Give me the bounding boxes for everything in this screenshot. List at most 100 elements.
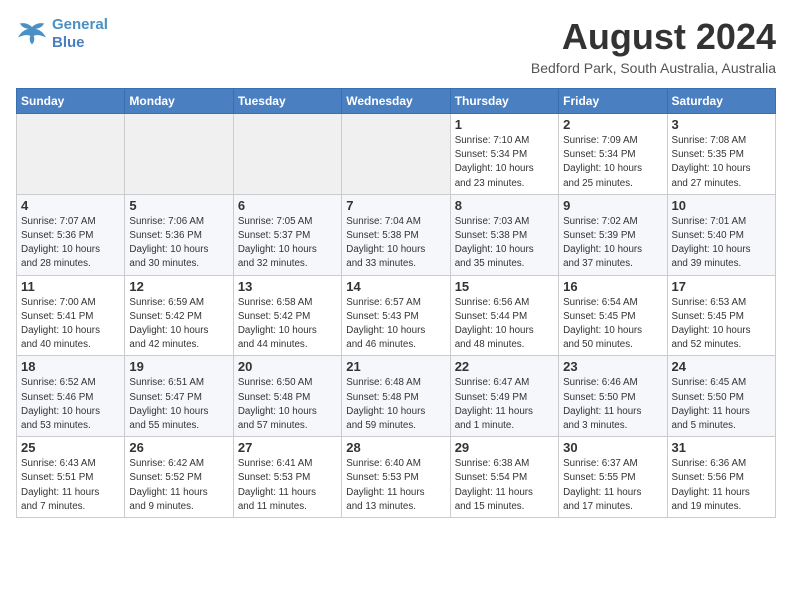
calendar-cell: 15 Sunrise: 6:56 AM Sunset: 5:44 PM Dayli… [450, 275, 558, 356]
day-number: 13 [238, 279, 337, 294]
calendar-cell: 21 Sunrise: 6:48 AM Sunset: 5:48 PM Dayli… [342, 356, 450, 437]
day-number: 5 [129, 198, 228, 213]
day-number: 4 [21, 198, 120, 213]
calendar-cell: 6 Sunrise: 7:05 AM Sunset: 5:37 PM Daylig… [233, 194, 341, 275]
calendar-cell: 18Sunrise: 6:52 AM Sunset: 5:46 PM Dayli… [17, 356, 125, 437]
day-number: 6 [238, 198, 337, 213]
day-info: Sunrise: 6:45 AM Sunset: 5:50 PM Dayligh… [672, 376, 771, 433]
day-info: Sunrise: 6:57 AM Sunset: 5:43 PM Dayligh… [346, 296, 445, 353]
weekday-header-friday: Friday [559, 89, 667, 114]
calendar-cell: 19 Sunrise: 6:51 AM Sunset: 5:47 PM Dayli… [125, 356, 233, 437]
calendar-cell: 14Sunrise: 6:57 AM Sunset: 5:43 PM Dayli… [342, 275, 450, 356]
day-info: Sunrise: 7:04 AM Sunset: 5:38 PM Dayligh… [346, 215, 445, 272]
calendar-cell: 7 Sunrise: 7:04 AM Sunset: 5:38 PM Daylig… [342, 194, 450, 275]
calendar-header-row: SundayMondayTuesdayWednesdayThursdayFrid… [17, 89, 776, 114]
calendar-cell: 5 Sunrise: 7:06 AM Sunset: 5:36 PM Daylig… [125, 194, 233, 275]
calendar-cell [233, 114, 341, 195]
weekday-header-sunday: Sunday [17, 89, 125, 114]
calendar-week-2: 4 Sunrise: 7:07 AM Sunset: 5:36 PM Daylig… [17, 194, 776, 275]
calendar-table: SundayMondayTuesdayWednesdayThursdayFrid… [16, 88, 776, 518]
day-info: Sunrise: 6:52 AM Sunset: 5:46 PM Dayligh… [21, 376, 120, 433]
day-info: Sunrise: 6:48 AM Sunset: 5:48 PM Dayligh… [346, 376, 445, 433]
calendar-cell: 30 Sunrise: 6:37 AM Sunset: 5:55 PM Dayli… [559, 437, 667, 518]
calendar-cell: 27Sunrise: 6:41 AM Sunset: 5:53 PM Dayli… [233, 437, 341, 518]
calendar-cell: 17Sunrise: 6:53 AM Sunset: 5:45 PM Dayli… [667, 275, 775, 356]
month-title: August 2024 [531, 16, 776, 58]
day-number: 28 [346, 440, 445, 455]
day-number: 24 [672, 359, 771, 374]
day-number: 15 [455, 279, 554, 294]
day-number: 2 [563, 117, 662, 132]
day-number: 22 [455, 359, 554, 374]
calendar-cell [17, 114, 125, 195]
calendar-body: 1 Sunrise: 7:10 AM Sunset: 5:34 PM Daylig… [17, 114, 776, 518]
calendar-cell: 22 Sunrise: 6:47 AM Sunset: 5:49 PM Dayli… [450, 356, 558, 437]
day-number: 8 [455, 198, 554, 213]
day-info: Sunrise: 7:10 AM Sunset: 5:34 PM Dayligh… [455, 134, 554, 191]
calendar-cell: 23Sunrise: 6:46 AM Sunset: 5:50 PM Dayli… [559, 356, 667, 437]
day-info: Sunrise: 6:36 AM Sunset: 5:56 PM Dayligh… [672, 457, 771, 514]
day-number: 10 [672, 198, 771, 213]
day-number: 26 [129, 440, 228, 455]
day-number: 1 [455, 117, 554, 132]
calendar-week-5: 25 Sunrise: 6:43 AM Sunset: 5:51 PM Dayli… [17, 437, 776, 518]
weekday-header-thursday: Thursday [450, 89, 558, 114]
calendar-cell: 1 Sunrise: 7:10 AM Sunset: 5:34 PM Daylig… [450, 114, 558, 195]
day-info: Sunrise: 7:06 AM Sunset: 5:36 PM Dayligh… [129, 215, 228, 272]
day-info: Sunrise: 6:40 AM Sunset: 5:53 PM Dayligh… [346, 457, 445, 514]
weekday-header-wednesday: Wednesday [342, 89, 450, 114]
calendar-cell [125, 114, 233, 195]
calendar-cell: 16 Sunrise: 6:54 AM Sunset: 5:45 PM Dayli… [559, 275, 667, 356]
calendar-cell: 10Sunrise: 7:01 AM Sunset: 5:40 PM Dayli… [667, 194, 775, 275]
day-info: Sunrise: 6:51 AM Sunset: 5:47 PM Dayligh… [129, 376, 228, 433]
day-info: Sunrise: 6:47 AM Sunset: 5:49 PM Dayligh… [455, 376, 554, 433]
day-info: Sunrise: 6:53 AM Sunset: 5:45 PM Dayligh… [672, 296, 771, 353]
calendar-cell: 3 Sunrise: 7:08 AM Sunset: 5:35 PM Daylig… [667, 114, 775, 195]
day-number: 25 [21, 440, 120, 455]
day-info: Sunrise: 6:37 AM Sunset: 5:55 PM Dayligh… [563, 457, 662, 514]
title-block: August 2024 Bedford Park, South Australi… [531, 16, 776, 76]
logo: General Blue [16, 16, 108, 52]
calendar-cell: 8 Sunrise: 7:03 AM Sunset: 5:38 PM Daylig… [450, 194, 558, 275]
calendar-cell: 4 Sunrise: 7:07 AM Sunset: 5:36 PM Daylig… [17, 194, 125, 275]
calendar-cell: 28 Sunrise: 6:40 AM Sunset: 5:53 PM Dayli… [342, 437, 450, 518]
day-number: 20 [238, 359, 337, 374]
weekday-header-saturday: Saturday [667, 89, 775, 114]
day-info: Sunrise: 7:02 AM Sunset: 5:39 PM Dayligh… [563, 215, 662, 272]
day-info: Sunrise: 6:56 AM Sunset: 5:44 PM Dayligh… [455, 296, 554, 353]
day-number: 3 [672, 117, 771, 132]
day-number: 31 [672, 440, 771, 455]
day-number: 11 [21, 279, 120, 294]
day-info: Sunrise: 6:50 AM Sunset: 5:48 PM Dayligh… [238, 376, 337, 433]
calendar-cell: 9Sunrise: 7:02 AM Sunset: 5:39 PM Daylig… [559, 194, 667, 275]
calendar-week-1: 1 Sunrise: 7:10 AM Sunset: 5:34 PM Daylig… [17, 114, 776, 195]
day-info: Sunrise: 6:42 AM Sunset: 5:52 PM Dayligh… [129, 457, 228, 514]
day-info: Sunrise: 6:59 AM Sunset: 5:42 PM Dayligh… [129, 296, 228, 353]
day-info: Sunrise: 6:54 AM Sunset: 5:45 PM Dayligh… [563, 296, 662, 353]
weekday-header-tuesday: Tuesday [233, 89, 341, 114]
day-number: 29 [455, 440, 554, 455]
day-number: 12 [129, 279, 228, 294]
day-info: Sunrise: 6:43 AM Sunset: 5:51 PM Dayligh… [21, 457, 120, 514]
calendar-week-3: 11Sunrise: 7:00 AM Sunset: 5:41 PM Dayli… [17, 275, 776, 356]
logo-icon [16, 20, 48, 48]
calendar-cell: 13Sunrise: 6:58 AM Sunset: 5:42 PM Dayli… [233, 275, 341, 356]
day-info: Sunrise: 7:07 AM Sunset: 5:36 PM Dayligh… [21, 215, 120, 272]
day-info: Sunrise: 7:03 AM Sunset: 5:38 PM Dayligh… [455, 215, 554, 272]
day-info: Sunrise: 6:41 AM Sunset: 5:53 PM Dayligh… [238, 457, 337, 514]
calendar-cell: 26 Sunrise: 6:42 AM Sunset: 5:52 PM Dayli… [125, 437, 233, 518]
day-number: 21 [346, 359, 445, 374]
day-number: 19 [129, 359, 228, 374]
day-number: 16 [563, 279, 662, 294]
day-info: Sunrise: 7:05 AM Sunset: 5:37 PM Dayligh… [238, 215, 337, 272]
calendar-week-4: 18Sunrise: 6:52 AM Sunset: 5:46 PM Dayli… [17, 356, 776, 437]
calendar-cell: 25 Sunrise: 6:43 AM Sunset: 5:51 PM Dayli… [17, 437, 125, 518]
day-info: Sunrise: 7:08 AM Sunset: 5:35 PM Dayligh… [672, 134, 771, 191]
calendar-cell: 2Sunrise: 7:09 AM Sunset: 5:34 PM Daylig… [559, 114, 667, 195]
day-number: 30 [563, 440, 662, 455]
calendar-cell: 24 Sunrise: 6:45 AM Sunset: 5:50 PM Dayli… [667, 356, 775, 437]
day-number: 7 [346, 198, 445, 213]
calendar-cell: 31 Sunrise: 6:36 AM Sunset: 5:56 PM Dayli… [667, 437, 775, 518]
calendar-cell: 11Sunrise: 7:00 AM Sunset: 5:41 PM Dayli… [17, 275, 125, 356]
calendar-cell: 20 Sunrise: 6:50 AM Sunset: 5:48 PM Dayli… [233, 356, 341, 437]
